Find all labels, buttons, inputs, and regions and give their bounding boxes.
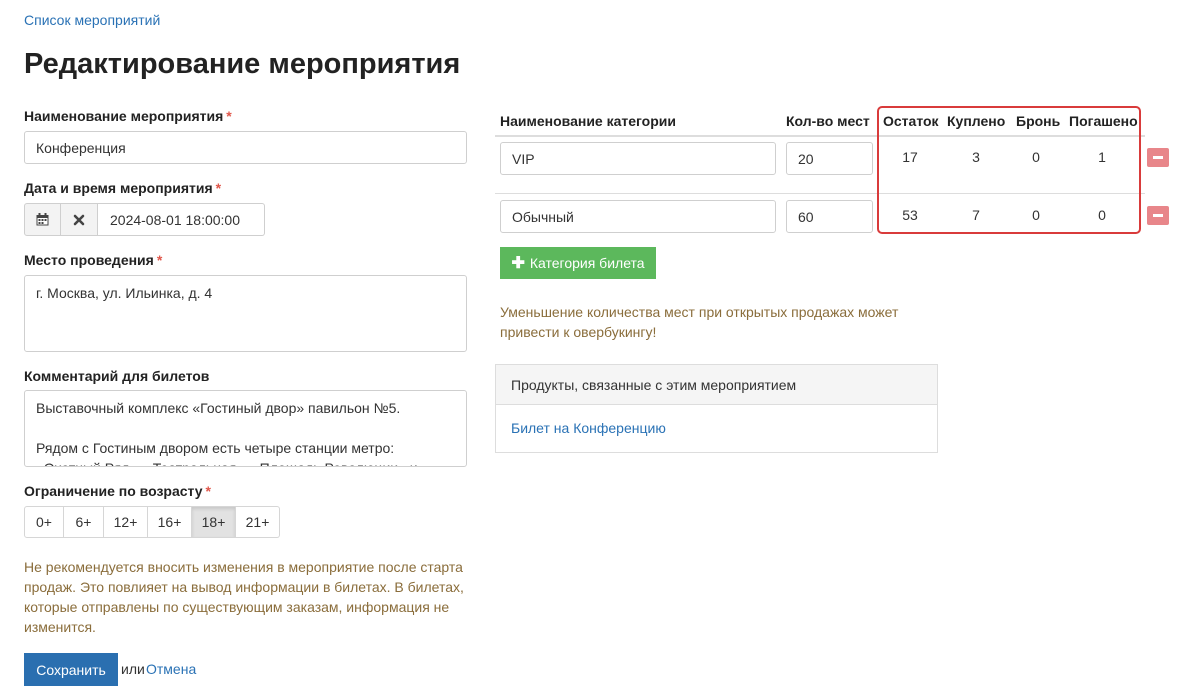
datetime-picker: 2024-08-01 18:00:00 xyxy=(24,203,265,236)
form-warning-text: Не рекомендуется вносить изменения в мер… xyxy=(24,559,464,635)
venue-label: Место проведения * xyxy=(24,252,162,268)
breadcrumb-events-list[interactable]: Список мероприятий xyxy=(24,12,160,28)
category-seats-input-regular[interactable] xyxy=(786,200,873,233)
age-option-0[interactable]: 0+ xyxy=(24,506,64,538)
required-mark: * xyxy=(215,180,222,196)
age-option-18-selected[interactable]: 18+ xyxy=(192,506,236,538)
required-mark: * xyxy=(205,483,211,499)
category-name-input-vip[interactable] xyxy=(500,142,776,175)
age-restriction-group: 0+ 6+ 12+ 16+ 18+ 21+ xyxy=(24,506,280,538)
add-category-button[interactable]: ✚ Категория билета xyxy=(500,247,656,279)
minus-icon xyxy=(1153,214,1163,217)
page-title: Редактирование мероприятия xyxy=(24,48,461,80)
age-option-21[interactable]: 21+ xyxy=(236,506,280,538)
cancel-link[interactable]: Отмена xyxy=(146,661,196,677)
th-seats: Кол-во мест xyxy=(786,113,870,129)
event-datetime-label-text: Дата и время мероприятия xyxy=(24,180,213,196)
add-category-label: Категория билета xyxy=(529,255,645,271)
close-icon xyxy=(73,214,85,225)
venue-label-text: Место проведения xyxy=(24,252,154,268)
age-option-16[interactable]: 16+ xyxy=(148,506,192,538)
age-option-6[interactable]: 6+ xyxy=(64,506,104,538)
product-link[interactable]: Билет на Конференцию xyxy=(511,420,666,436)
calendar-icon xyxy=(36,213,49,226)
event-name-input[interactable] xyxy=(24,131,467,164)
ticket-comment-textarea[interactable]: Выставочный комплекс «Гостиный двор» пав… xyxy=(24,390,467,467)
remove-category-button-vip[interactable] xyxy=(1147,148,1169,167)
required-mark: * xyxy=(226,108,232,124)
stats-highlight-box xyxy=(877,106,1141,234)
th-category-name: Наименование категории xyxy=(500,113,676,129)
overbooking-warning-text: Уменьшение количества мест при открытых … xyxy=(500,304,899,340)
plus-icon: ✚ xyxy=(511,255,525,272)
related-products-title: Продукты, связанные с этим мероприятием xyxy=(496,365,937,405)
event-name-label: Наименование мероприятия * xyxy=(24,108,232,124)
age-restriction-label-text: Ограничение по возрасту xyxy=(24,483,203,499)
required-mark: * xyxy=(156,252,163,268)
calendar-button[interactable] xyxy=(24,203,61,236)
remove-category-button-regular[interactable] xyxy=(1147,206,1169,225)
category-seats-input-vip[interactable] xyxy=(786,142,873,175)
datetime-input[interactable]: 2024-08-01 18:00:00 xyxy=(98,203,265,236)
clear-date-button[interactable] xyxy=(61,203,98,236)
save-button[interactable]: Сохранить xyxy=(24,653,118,686)
event-datetime-label: Дата и время мероприятия * xyxy=(24,180,221,196)
or-text: или xyxy=(121,661,145,677)
minus-icon xyxy=(1153,156,1163,159)
age-restriction-label: Ограничение по возрасту * xyxy=(24,483,211,499)
event-name-label-text: Наименование мероприятия xyxy=(24,108,224,124)
age-option-12[interactable]: 12+ xyxy=(104,506,148,538)
ticket-comment-label: Комментарий для билетов xyxy=(24,368,210,384)
category-name-input-regular[interactable] xyxy=(500,200,776,233)
related-products-panel: Продукты, связанные с этим мероприятием … xyxy=(495,364,938,453)
venue-textarea[interactable]: г. Москва, ул. Ильинка, д. 4 xyxy=(24,275,467,352)
